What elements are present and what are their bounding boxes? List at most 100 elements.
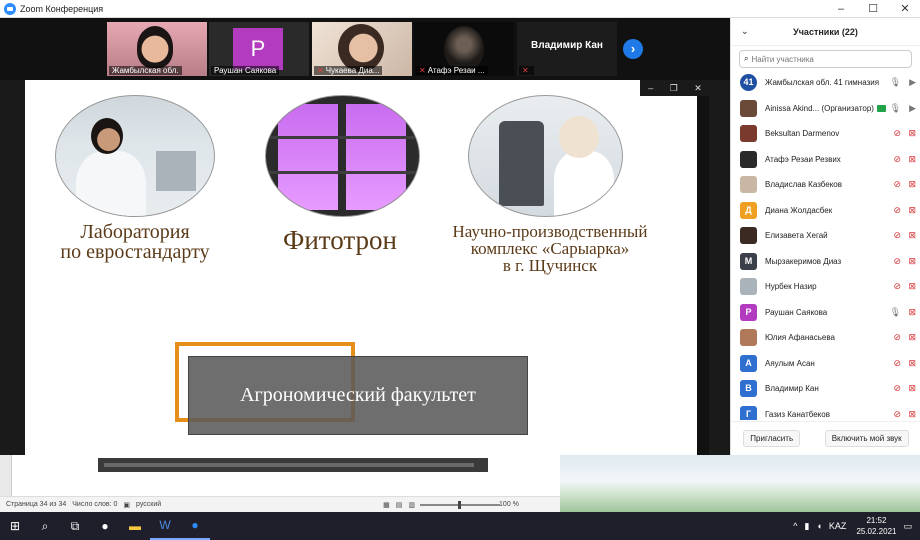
zoom-slider[interactable] (420, 501, 500, 509)
notification-icon[interactable]: ▭ (903, 521, 912, 532)
camera-off-icon[interactable]: ⊠ (908, 205, 916, 216)
volume-icon[interactable]: ◖ (816, 521, 821, 531)
camera-off-icon[interactable]: ⊠ (908, 179, 916, 190)
mic-muted-icon[interactable]: ⊘ (893, 358, 901, 369)
mic-muted-icon[interactable]: ⊘ (893, 256, 901, 267)
avatar (740, 227, 757, 245)
chevron-down-icon[interactable]: ⌄ (741, 26, 749, 37)
participant-row[interactable]: Г Газиз Канатбеков ⊘ ⊠ (731, 402, 920, 420)
search-box[interactable]: ⌕ (739, 50, 912, 68)
chrome-icon[interactable]: ● (90, 512, 120, 540)
minimize-icon[interactable]: – (648, 83, 653, 93)
language-indicator[interactable]: KAZ (829, 521, 847, 531)
participant-name: Владислав Казбеков (765, 180, 843, 190)
camera-off-icon[interactable]: ⊠ (908, 256, 916, 267)
camera-off-icon[interactable]: ⊠ (908, 383, 916, 394)
participant-row[interactable]: Д Диана Жолдасбек ⊘ ⊠ (731, 198, 920, 224)
spellcheck-icon[interactable]: ▣ (123, 501, 130, 509)
caption-line: в г. Щучинск (502, 256, 598, 275)
zoom-icon[interactable]: ● (180, 512, 210, 540)
clock[interactable]: 21:52 25.02.2021 (856, 515, 896, 537)
participant-row[interactable]: А Аяулым Асан ⊘ ⊠ (731, 351, 920, 377)
camera-off-icon[interactable]: ⊠ (908, 230, 916, 241)
video-tile[interactable]: ✕ Чукаева Диа... (312, 22, 412, 76)
chevron-up-icon[interactable]: ^ (793, 521, 797, 531)
word-count[interactable]: Число слов: 0 (72, 501, 117, 508)
file-explorer-icon[interactable]: ▬ (120, 512, 150, 540)
microscope-photo (468, 95, 623, 217)
participant-row[interactable]: М Мырзакеримов Диаз ⊘ ⊠ (731, 249, 920, 275)
chevron-right-icon[interactable]: › (623, 39, 643, 59)
video-tile[interactable]: Владимир Кан ✕ (517, 22, 617, 76)
participant-name: Ainissa Akind... (Организатор) (765, 103, 874, 113)
task-view-icon[interactable]: ⧉ (60, 512, 90, 540)
mic-muted-icon: ✕ (522, 66, 529, 75)
avatar (740, 99, 757, 117)
print-layout-icon[interactable]: ▤ (396, 501, 403, 509)
camera-off-icon[interactable]: ⊠ (908, 358, 916, 369)
participant-name: Раушан Саякова (765, 307, 828, 317)
window-title: Zoom Конференция (20, 3, 104, 14)
mic-icon[interactable]: 🎙 (890, 307, 901, 318)
mic-muted-icon[interactable]: ⊘ (893, 332, 901, 343)
participant-row[interactable]: Елизавета Хегай ⊘ ⊠ (731, 223, 920, 249)
view-mode-icon[interactable]: ▦ (383, 501, 390, 509)
participant-row[interactable]: 41 Жамбылская обл. 41 гимназия (Я) 🎙 ▶ (731, 70, 920, 96)
minimize-button[interactable]: – (826, 0, 856, 18)
tile-name: Чукаева Диа... (325, 66, 380, 75)
caption-line: Научно-производственный (452, 222, 648, 241)
video-tile[interactable]: P Раушан Саякова (209, 22, 309, 76)
participant-name: Юлия Афанасьева (765, 333, 835, 343)
mic-muted-icon[interactable]: ⊘ (893, 179, 901, 190)
search-input[interactable] (751, 54, 892, 64)
camera-icon[interactable]: ▶ (909, 103, 916, 114)
participant-name: Мырзакеримов Диаз (765, 256, 842, 266)
camera-off-icon[interactable]: ⊠ (908, 409, 916, 420)
avatar: Г (740, 405, 757, 420)
mic-muted-icon[interactable]: ⊘ (893, 281, 901, 292)
maximize-button[interactable]: ☐ (858, 0, 888, 18)
search-icon[interactable]: ⌕ (30, 512, 60, 540)
shared-slide: Лаборатория по евростандарту Фитотрон На… (25, 80, 697, 455)
camera-icon[interactable]: ▶ (909, 77, 916, 88)
mic-muted-icon[interactable]: ⊘ (893, 409, 901, 420)
participant-row[interactable]: Юлия Афанасьева ⊘ ⊠ (731, 325, 920, 351)
camera-off-icon[interactable]: ⊠ (908, 154, 916, 165)
mic-muted-icon[interactable]: ⊘ (893, 128, 901, 139)
mic-muted-icon[interactable]: ⊘ (893, 154, 901, 165)
page-count[interactable]: Страница 34 из 34 (6, 501, 66, 508)
zoom-level[interactable]: 100 % (499, 501, 519, 508)
word-window: Страница 34 из 34 Число слов: 0 ▣ русски… (0, 455, 560, 512)
tile-name: Владимир Кан (531, 40, 603, 51)
participant-row[interactable]: В Владимир Кан ⊘ ⊠ (731, 376, 920, 402)
participant-row[interactable]: Beksultan Darmenov ⊘ ⊠ (731, 121, 920, 147)
mic-icon[interactable]: 🎙 (890, 77, 901, 88)
restore-icon[interactable]: ❐ (670, 83, 678, 94)
camera-off-icon[interactable]: ⊠ (908, 128, 916, 139)
network-icon[interactable]: ▮ (805, 521, 810, 532)
share-window-controls: – ❐ ✕ (640, 80, 710, 96)
mic-muted-icon[interactable]: ⊘ (893, 383, 901, 394)
web-layout-icon[interactable]: ▥ (408, 501, 415, 509)
video-tile[interactable]: Жамбылская обл. (107, 22, 207, 76)
mic-muted-icon[interactable]: ⊘ (893, 230, 901, 241)
windows-start-icon[interactable]: ⊞ (0, 512, 30, 540)
desktop-wallpaper (560, 455, 920, 512)
video-tile[interactable]: ✕ Атафэ Резаи ... (414, 22, 514, 76)
camera-off-icon[interactable]: ⊠ (908, 332, 916, 343)
participant-row[interactable]: Ainissa Akind... (Организатор) 🎙 ▶ (731, 96, 920, 122)
close-button[interactable]: ✕ (890, 0, 920, 18)
camera-off-icon[interactable]: ⊠ (908, 281, 916, 292)
camera-off-icon[interactable]: ⊠ (908, 307, 916, 318)
participant-row[interactable]: Нурбек Назир ⊘ ⊠ (731, 274, 920, 300)
participant-row[interactable]: Владислав Казбеков ⊘ ⊠ (731, 172, 920, 198)
close-icon[interactable]: ✕ (694, 83, 702, 94)
participant-row[interactable]: Атафэ Резаи Резвих ⊘ ⊠ (731, 147, 920, 173)
mic-icon[interactable]: 🎙 (890, 103, 901, 114)
mic-muted-icon[interactable]: ⊘ (893, 205, 901, 216)
word-icon[interactable]: W (150, 512, 180, 540)
invite-button[interactable]: Пригласить (743, 430, 801, 447)
participant-row[interactable]: Р Раушан Саякова 🎙 ⊠ (731, 300, 920, 326)
language[interactable]: русский (136, 501, 161, 508)
unmute-button[interactable]: Включить мой звук (824, 430, 909, 447)
